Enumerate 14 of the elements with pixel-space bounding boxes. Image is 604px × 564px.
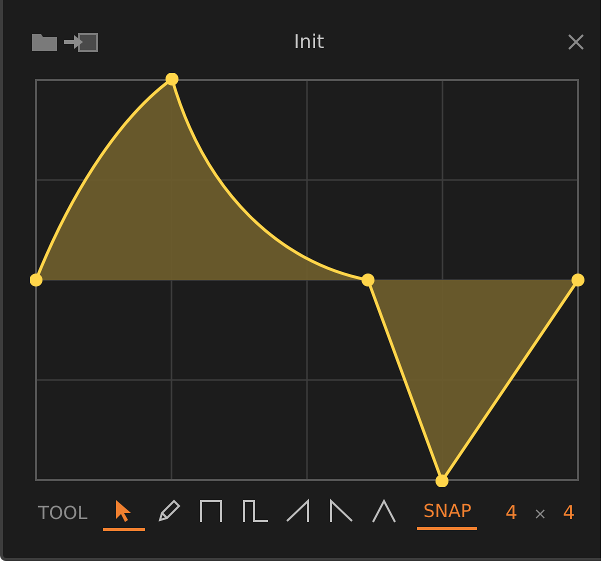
- ramp-down-icon: [328, 498, 354, 524]
- triangle-wave-icon: [371, 498, 398, 524]
- pulse-wave-icon: [242, 498, 268, 524]
- tool-label: TOOL: [38, 502, 88, 524]
- times-sign: ×: [534, 504, 547, 522]
- snap-toggle[interactable]: SNAP: [417, 496, 478, 530]
- window-title: Init: [292, 31, 326, 53]
- folder-icon[interactable]: [31, 31, 59, 53]
- ramp-up-icon: [285, 498, 312, 524]
- grid-rows-value[interactable]: 4: [562, 502, 576, 524]
- pencil-icon: [156, 498, 182, 524]
- grid-columns-value[interactable]: 4: [505, 502, 518, 524]
- close-icon[interactable]: [567, 33, 585, 51]
- import-icon[interactable]: [63, 31, 99, 53]
